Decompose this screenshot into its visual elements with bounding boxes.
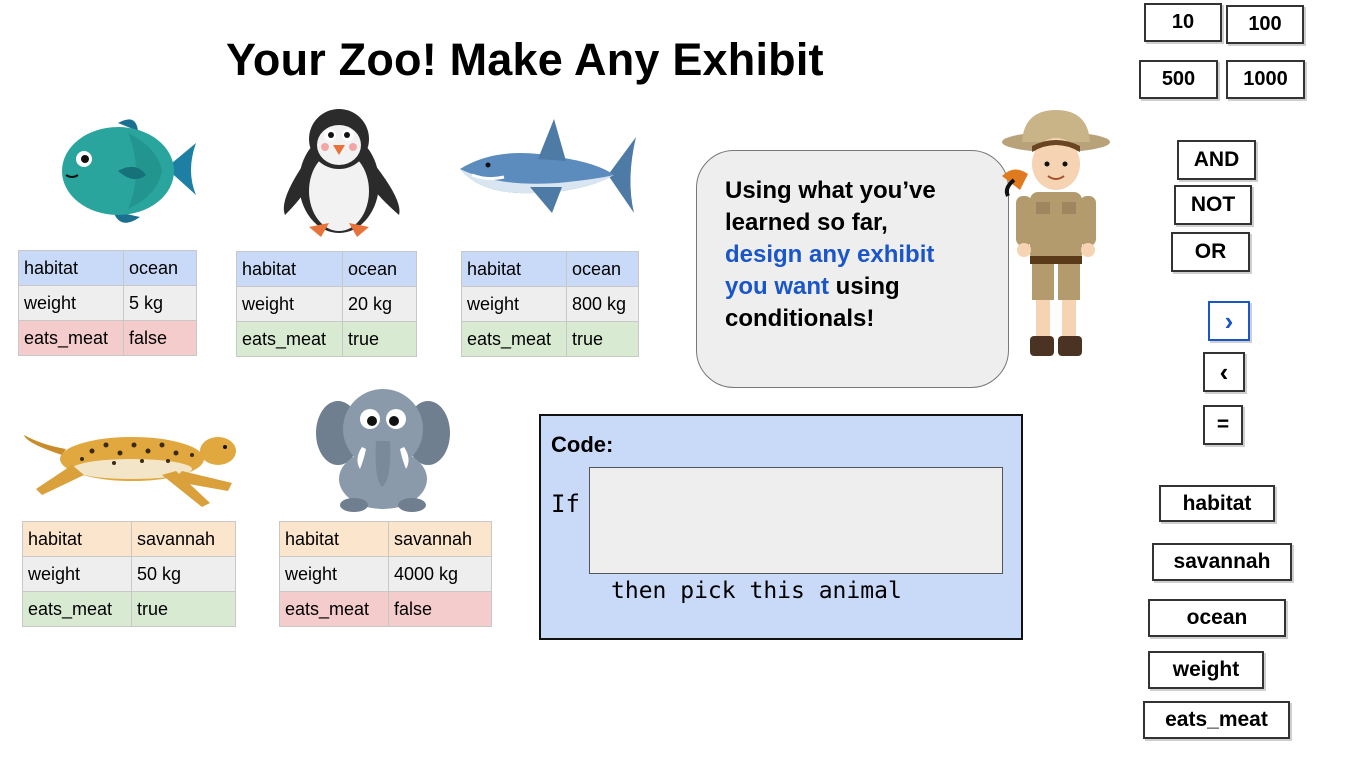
- tile-and[interactable]: AND: [1177, 140, 1256, 180]
- property-value: true: [566, 321, 639, 357]
- tile-less-than[interactable]: ‹: [1203, 352, 1245, 392]
- table-row: eats_meat true: [22, 591, 236, 627]
- table-row: habitat ocean: [236, 251, 417, 287]
- tile-weight[interactable]: weight: [1148, 651, 1264, 689]
- table-row: weight 5 kg: [18, 285, 197, 321]
- tile-100[interactable]: 100: [1226, 5, 1304, 44]
- penguin-properties-table: habitat ocean weight 20 kg eats_meat tru…: [236, 251, 417, 357]
- table-row: habitat savannah: [279, 521, 492, 557]
- property-value: true: [131, 591, 236, 627]
- property-value: ocean: [123, 250, 197, 286]
- property-key: eats_meat: [18, 320, 124, 356]
- cheetah-image[interactable]: [22, 415, 244, 513]
- tile-greater-than[interactable]: ›: [1208, 301, 1250, 341]
- table-row: eats_meat true: [236, 321, 417, 357]
- tile-or[interactable]: OR: [1171, 232, 1250, 272]
- table-row: habitat ocean: [18, 250, 197, 286]
- code-panel: Code: If then pick this animal: [539, 414, 1023, 640]
- property-key: weight: [22, 556, 132, 592]
- table-row: weight 4000 kg: [279, 556, 492, 592]
- table-row: habitat savannah: [22, 521, 236, 557]
- property-key: habitat: [236, 251, 343, 287]
- property-value: 5 kg: [123, 285, 197, 321]
- property-key: habitat: [22, 521, 132, 557]
- property-key: weight: [236, 286, 343, 322]
- property-key: habitat: [461, 251, 567, 287]
- property-key: eats_meat: [236, 321, 343, 357]
- tile-equals[interactable]: =: [1203, 405, 1243, 445]
- elephant-properties-table: habitat savannah weight 4000 kg eats_mea…: [279, 521, 492, 627]
- property-value: ocean: [566, 251, 639, 287]
- bubble-highlight-text: you want: [725, 273, 830, 300]
- tile-10[interactable]: 10: [1144, 3, 1222, 42]
- property-value: true: [342, 321, 417, 357]
- if-keyword: If: [551, 490, 580, 518]
- property-value: 800 kg: [566, 286, 639, 322]
- then-text: then pick this animal: [611, 578, 902, 604]
- bubble-text: using: [829, 273, 900, 300]
- bubble-line: learned so far,: [725, 209, 888, 236]
- penguin-image[interactable]: [275, 105, 411, 239]
- bubble-line: conditionals!: [725, 305, 875, 332]
- tile-500[interactable]: 500: [1139, 60, 1218, 99]
- tile-1000[interactable]: 1000: [1226, 60, 1305, 99]
- table-row: weight 20 kg: [236, 286, 417, 322]
- shark-properties-table: habitat ocean weight 800 kg eats_meat tr…: [461, 251, 639, 357]
- fish-image[interactable]: [58, 113, 198, 231]
- property-value: savannah: [388, 521, 492, 557]
- property-key: weight: [279, 556, 389, 592]
- bubble-line: Using what you’ve: [725, 177, 936, 204]
- table-row: eats_meat false: [18, 320, 197, 356]
- code-label: Code:: [551, 432, 614, 457]
- table-row: eats_meat false: [279, 591, 492, 627]
- property-key: eats_meat: [279, 591, 389, 627]
- table-row: weight 50 kg: [22, 556, 236, 592]
- fish-properties-table: habitat ocean weight 5 kg eats_meat fals…: [18, 250, 197, 356]
- zookeeper-image: [1000, 108, 1112, 360]
- cheetah-properties-table: habitat savannah weight 50 kg eats_meat …: [22, 521, 236, 627]
- table-row: weight 800 kg: [461, 286, 639, 322]
- property-key: habitat: [18, 250, 124, 286]
- tile-savannah[interactable]: savannah: [1152, 543, 1292, 581]
- tile-not[interactable]: NOT: [1174, 185, 1252, 225]
- table-row: eats_meat true: [461, 321, 639, 357]
- shark-image[interactable]: [458, 117, 638, 217]
- property-value: 50 kg: [131, 556, 236, 592]
- condition-drop-area[interactable]: [589, 467, 1003, 574]
- property-value: ocean: [342, 251, 417, 287]
- tile-eats-meat[interactable]: eats_meat: [1143, 701, 1290, 739]
- bubble-highlight-line: design any exhibit: [725, 241, 935, 268]
- bubble-line-mixed: you want using: [725, 271, 1008, 303]
- tile-ocean[interactable]: ocean: [1148, 599, 1286, 637]
- tile-habitat[interactable]: habitat: [1159, 485, 1275, 522]
- page-title: Your Zoo! Make Any Exhibit: [226, 34, 824, 85]
- property-key: eats_meat: [461, 321, 567, 357]
- property-value: savannah: [131, 521, 236, 557]
- elephant-image[interactable]: [316, 383, 452, 513]
- property-value: 20 kg: [342, 286, 417, 322]
- speech-bubble: Using what you’ve learned so far, design…: [696, 150, 1009, 388]
- property-key: eats_meat: [22, 591, 132, 627]
- property-key: weight: [18, 285, 124, 321]
- property-key: habitat: [279, 521, 389, 557]
- property-value: 4000 kg: [388, 556, 492, 592]
- property-value: false: [123, 320, 197, 356]
- table-row: habitat ocean: [461, 251, 639, 287]
- property-key: weight: [461, 286, 567, 322]
- property-value: false: [388, 591, 492, 627]
